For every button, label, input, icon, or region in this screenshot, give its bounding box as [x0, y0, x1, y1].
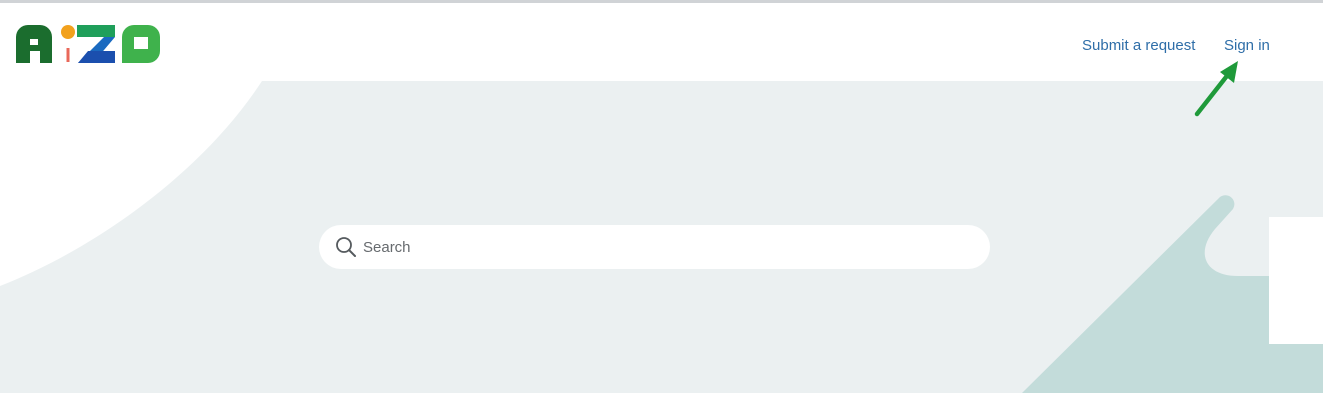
submit-request-link[interactable]: Submit a request	[1082, 37, 1195, 54]
search-bar[interactable]	[319, 225, 990, 269]
sign-in-link[interactable]: Sign in	[1224, 37, 1270, 54]
header: Submit a request Sign in	[0, 3, 1323, 81]
arrow-icon	[1194, 61, 1238, 117]
page: Submit a request Sign in	[0, 0, 1323, 393]
search-input[interactable]	[363, 225, 963, 269]
eizo-logo[interactable]	[16, 23, 162, 65]
search-icon	[336, 237, 356, 257]
side-card	[1269, 217, 1323, 344]
